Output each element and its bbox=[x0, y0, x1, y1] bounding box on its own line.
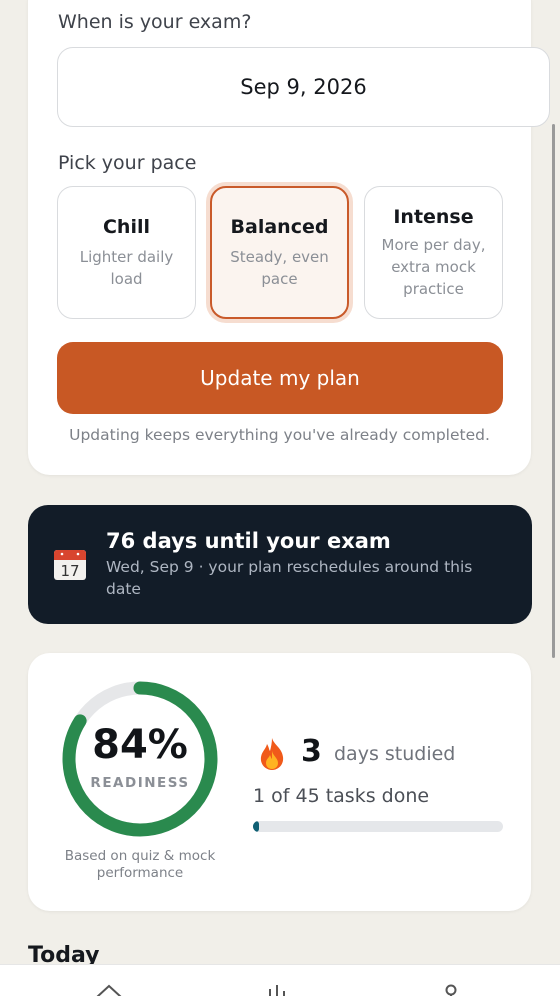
readiness-caption: Based on quiz & mock performance bbox=[64, 848, 216, 881]
streak-label: days studied bbox=[334, 743, 456, 765]
fire-icon bbox=[260, 738, 284, 770]
readiness-label: READINESS bbox=[90, 775, 190, 791]
calendar-day: 17 bbox=[60, 562, 79, 580]
countdown-title: 76 days until your exam bbox=[106, 529, 391, 553]
streak-count: 3 bbox=[301, 734, 322, 769]
pace-option-chill[interactable]: Chill Lighter daily load bbox=[57, 186, 196, 319]
home-icon[interactable] bbox=[94, 981, 124, 996]
pace-label: Pick your pace bbox=[58, 152, 197, 174]
pace-option-balanced[interactable]: Balanced Steady, even pace bbox=[210, 186, 349, 319]
exam-date-label: When is your exam? bbox=[58, 11, 252, 33]
scrollbar[interactable] bbox=[552, 124, 555, 658]
bar-chart-icon[interactable] bbox=[262, 981, 292, 996]
pace-option-title: Intense bbox=[393, 205, 474, 228]
bottom-nav bbox=[0, 964, 560, 996]
pace-option-title: Balanced bbox=[230, 215, 329, 238]
pace-option-desc: More per day, extra mock practice bbox=[381, 235, 486, 298]
profile-icon[interactable] bbox=[436, 981, 466, 996]
tasks-progress-fill bbox=[253, 821, 259, 832]
calendar-icon: 17 bbox=[54, 550, 86, 580]
update-note: Updating keeps everything you've already… bbox=[69, 426, 490, 444]
update-plan-button[interactable]: Update my plan bbox=[57, 342, 503, 414]
app-screen: When is your exam? Sep 9, 2026 Pick your… bbox=[0, 0, 560, 996]
tasks-done-text: 1 of 45 tasks done bbox=[253, 785, 430, 807]
countdown-subtitle: Wed, Sep 9 · your plan reschedules aroun… bbox=[106, 558, 473, 598]
pace-option-title: Chill bbox=[102, 215, 150, 238]
pace-option-desc: Steady, even pace bbox=[230, 247, 329, 288]
readiness-percent: 84% bbox=[92, 722, 188, 768]
exam-date-value: Sep 9, 2026 bbox=[240, 75, 367, 99]
exam-date-field[interactable]: Sep 9, 2026 bbox=[57, 47, 550, 127]
pace-option-desc: Lighter daily load bbox=[79, 247, 174, 288]
tasks-progress-bar bbox=[253, 821, 503, 832]
pace-option-intense[interactable]: Intense More per day, extra mock practic… bbox=[364, 186, 503, 319]
